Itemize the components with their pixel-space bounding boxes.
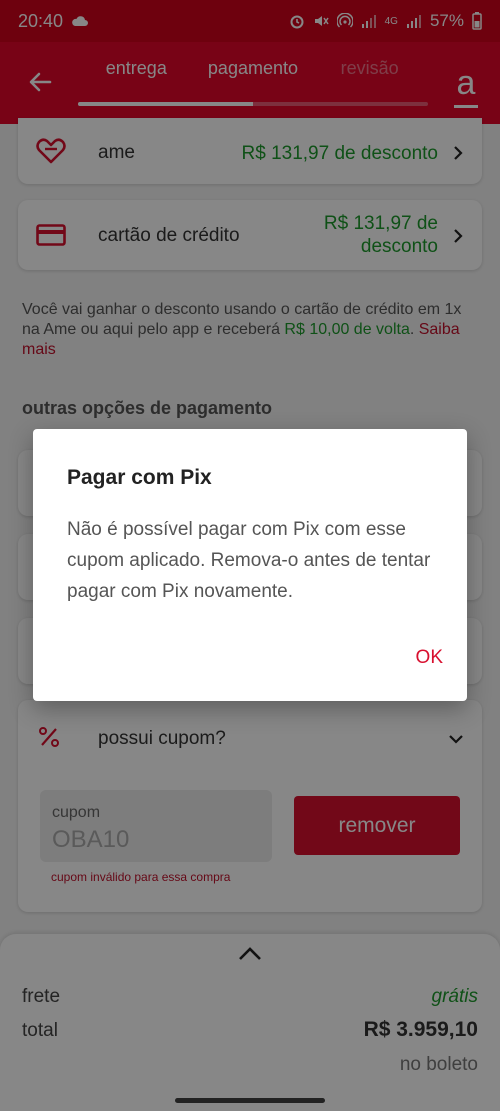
dialog-ok-button[interactable]: OK	[414, 643, 445, 673]
gesture-nav-bar[interactable]	[175, 1098, 325, 1103]
dialog-message: Não é possível pagar com Pix com esse cu…	[67, 519, 431, 602]
pix-dialog: Pagar com Pix Não é possível pagar com P…	[33, 429, 467, 701]
dialog-title: Pagar com Pix	[67, 466, 212, 489]
